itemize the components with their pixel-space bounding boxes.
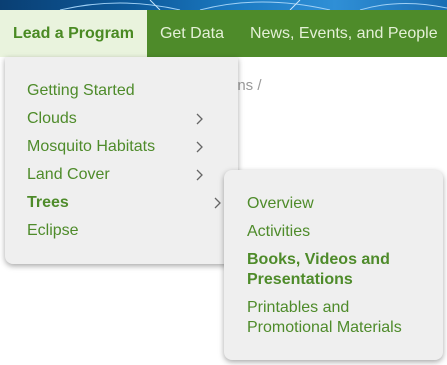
main-nav: Lead a Program Get Data News, Events, an… xyxy=(0,10,447,57)
submenu-item-activities[interactable]: Activities xyxy=(247,222,432,242)
header-banner-image xyxy=(0,0,447,10)
menu-item-label: Clouds xyxy=(27,110,77,127)
nav-news-events-people[interactable]: News, Events, and People xyxy=(237,10,447,57)
lead-program-dropdown: Getting Started Clouds Mosquito Habitats… xyxy=(5,57,238,264)
chevron-right-icon xyxy=(196,169,203,181)
menu-item-label: Mosquito Habitats xyxy=(27,138,156,155)
submenu-item-overview[interactable]: Overview xyxy=(247,194,432,214)
chevron-right-icon xyxy=(214,197,221,209)
menu-item-label: Eclipse xyxy=(27,222,79,239)
submenu-item-printables-promotional[interactable]: Printables and Promotional Materials xyxy=(247,298,432,338)
menu-item-label: Getting Started xyxy=(27,82,135,99)
globe-pattern-icon xyxy=(59,0,447,10)
nav-get-data[interactable]: Get Data xyxy=(147,10,237,57)
menu-item-label: Trees xyxy=(27,194,69,211)
trees-submenu: Overview Activities Books, Videos and Pr… xyxy=(224,170,443,360)
submenu-item-books-videos-presentations[interactable]: Books, Videos and Presentations xyxy=(247,250,432,290)
nav-lead-a-program[interactable]: Lead a Program xyxy=(0,10,147,57)
page: Lead a Program Get Data News, Events, an… xyxy=(0,0,447,365)
menu-item-label: Land Cover xyxy=(27,166,110,183)
chevron-right-icon xyxy=(196,113,203,125)
chevron-right-icon xyxy=(196,141,203,153)
